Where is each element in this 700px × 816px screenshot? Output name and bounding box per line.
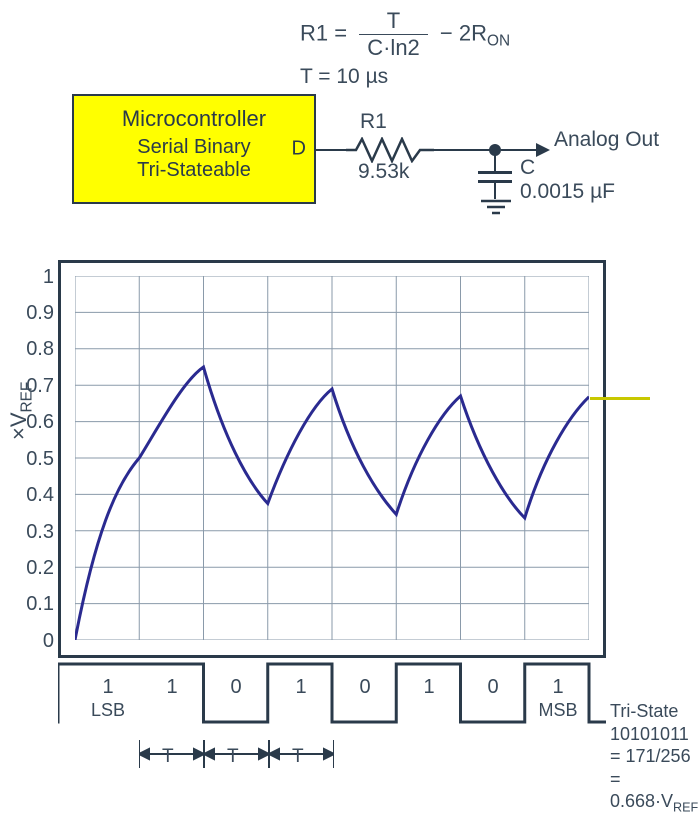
chart-plot: [75, 276, 589, 640]
formula-lhs: R1 =: [300, 20, 347, 45]
capacitor-value: 0.0015 µF: [520, 180, 615, 204]
mcu-pin-d: D: [292, 138, 306, 161]
bit-waveform: [58, 662, 606, 740]
ytick-1p0: 1: [14, 266, 54, 289]
bit-4-val: 0: [335, 676, 395, 699]
period-label: T = 10 µs: [300, 65, 388, 89]
ytick-0p8: 0.8: [14, 338, 54, 361]
msb-label: MSB: [528, 700, 588, 721]
tristate-line3: = 171/256: [610, 745, 700, 768]
capacitor-name: C: [520, 156, 535, 180]
mcu-line2: Tri-Stateable: [74, 159, 314, 182]
tristate-line1: Tri-State: [610, 700, 700, 723]
y-axis-label: ×VREF: [6, 382, 36, 440]
tristate-line4: = 0.668·VREF: [610, 768, 700, 816]
formula-ron-sub: ON: [487, 33, 510, 50]
wire-d-to-r1: [316, 149, 346, 151]
ytick-0p5: 0.5: [14, 448, 54, 471]
ytick-0: 0: [14, 630, 54, 653]
bit-3-val: 1: [271, 676, 331, 699]
fraction-numerator: T: [359, 8, 428, 35]
bit-7-val: 1: [528, 676, 588, 699]
ytick-0p4: 0.4: [14, 484, 54, 507]
mcu-title: Microcontroller: [74, 106, 314, 132]
ytick-0p1: 0.1: [14, 593, 54, 616]
resistor-name: R1: [360, 110, 387, 134]
final-hold-line: [590, 397, 650, 400]
t-label-3: T: [292, 746, 304, 768]
wire-cap-to-gnd: [494, 183, 496, 199]
wire-r1-to-node: [434, 149, 494, 151]
chart-grid: [75, 276, 589, 640]
cap-plate-top: [478, 171, 512, 174]
bit-2-val: 0: [206, 676, 266, 699]
r1-formula: R1 = T C·ln2 − 2RON: [300, 8, 510, 61]
arrowhead-icon: [536, 143, 550, 157]
bit-1-val: 1: [142, 676, 202, 699]
diagram-root: R1 = T C·ln2 − 2RON T = 10 µs Microcontr…: [0, 0, 700, 810]
fraction-denominator: C·ln2: [359, 35, 428, 61]
resistor-value: 9.53k: [358, 160, 409, 184]
wire-node-to-out: [501, 149, 537, 151]
ground-icon: [481, 199, 511, 219]
formula-minus: − 2R: [440, 20, 487, 45]
ytick-0p2: 0.2: [14, 557, 54, 580]
bit-6-val: 0: [463, 676, 523, 699]
analog-out-label: Analog Out: [554, 128, 659, 152]
fraction: T C·ln2: [359, 8, 428, 61]
t-label-1: T: [162, 746, 174, 768]
tristate-line2: 10101011: [610, 723, 700, 746]
ytick-0p3: 0.3: [14, 521, 54, 544]
mcu-block: Microcontroller Serial Binary Tri-Statea…: [72, 94, 316, 204]
wire-node-to-cap: [494, 151, 496, 171]
bit-0-val: 1: [78, 676, 138, 699]
lsb-label: LSB: [78, 700, 138, 721]
ytick-0p9: 0.9: [14, 302, 54, 325]
t-label-2: T: [227, 746, 239, 768]
mcu-line1: Serial Binary: [74, 136, 314, 159]
tristate-annotation: Tri-State 10101011 = 171/256 = 0.668·VRE…: [610, 700, 700, 816]
bit-5-val: 1: [399, 676, 459, 699]
